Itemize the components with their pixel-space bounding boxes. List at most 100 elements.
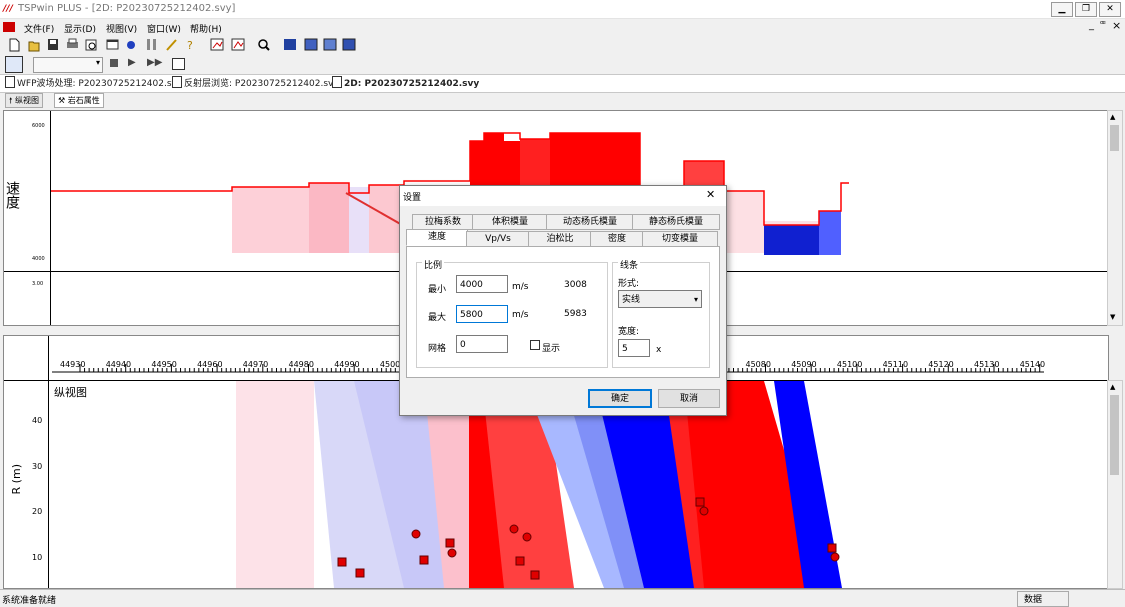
wand-icon[interactable] bbox=[166, 39, 177, 51]
grid-label: 网格 bbox=[428, 344, 447, 354]
window-icon[interactable] bbox=[106, 39, 119, 50]
window-title: TSPwin PLUS - [2D: P20230725212402.svy] bbox=[18, 3, 236, 14]
x-tick-label: 45100 bbox=[836, 360, 863, 369]
menu-view[interactable]: 视图(V) bbox=[106, 22, 137, 35]
chevron-down-icon: ▾ bbox=[693, 295, 698, 304]
help-cursor-icon[interactable]: ? bbox=[187, 39, 193, 52]
stop-icon[interactable] bbox=[110, 59, 118, 67]
scroll-thumb[interactable] bbox=[1110, 395, 1119, 475]
doc-file-icon bbox=[172, 76, 182, 88]
x-tick-label: 44930 bbox=[60, 360, 86, 369]
width-label: 宽度: bbox=[618, 327, 640, 337]
open-folder-icon[interactable] bbox=[28, 41, 40, 52]
menu-file[interactable]: 文件(F) bbox=[24, 22, 54, 35]
svg-text:?: ? bbox=[187, 39, 193, 52]
x-tick-label: 44980 bbox=[288, 360, 314, 369]
max-input[interactable]: 5800 bbox=[456, 305, 508, 323]
tab-vp-vs[interactable]: Vp/Vs bbox=[466, 231, 530, 247]
tab-bulk-modulus[interactable]: 体积模量 bbox=[472, 214, 548, 230]
new-file-icon[interactable] bbox=[9, 38, 20, 52]
show-grid-checkbox[interactable] bbox=[530, 340, 540, 350]
minimize-button[interactable]: ▁ bbox=[1051, 2, 1073, 17]
scroll-up-icon[interactable]: ▲ bbox=[1110, 113, 1115, 121]
dialog-title-bar: 设置 ✕ bbox=[400, 186, 726, 206]
upper-scrollbar[interactable]: ▲ ▼ bbox=[1107, 110, 1123, 326]
fast-forward-icon[interactable]: ▶▶ bbox=[147, 57, 162, 68]
panel-tab-longitudinal[interactable]: 🠕 纵视图 bbox=[5, 93, 43, 108]
settings-icon[interactable] bbox=[127, 41, 135, 49]
grid-input[interactable]: 0 bbox=[456, 335, 508, 353]
export-chart-red-icon[interactable] bbox=[231, 38, 245, 51]
x-tick-label: 44950 bbox=[151, 360, 177, 369]
view4-icon[interactable] bbox=[342, 38, 356, 51]
scroll-thumb[interactable] bbox=[1110, 125, 1119, 151]
tab-lame[interactable]: 拉梅系数 bbox=[412, 214, 474, 230]
chevron-down-icon: ▾ bbox=[95, 58, 100, 67]
panel-tab-rock-properties[interactable]: ⚒ 岩石属性 bbox=[54, 93, 104, 108]
settings-dialog: 设置 ✕ 拉梅系数 体积模量 动态杨氏模量 静态杨氏模量 速度 Vp/Vs 泊松… bbox=[399, 185, 727, 416]
restore-button[interactable]: ❐ bbox=[1075, 2, 1097, 17]
doc-tab-wfp[interactable]: WFP波场处理: P20230725212402.svy bbox=[5, 76, 182, 89]
show-grid-label: 显示 bbox=[542, 344, 561, 354]
mdi-minimize-button[interactable]: _ bbox=[1089, 20, 1094, 31]
zoom-icon[interactable] bbox=[258, 39, 270, 51]
line-style-select[interactable]: 实线 ▾ bbox=[618, 290, 702, 308]
ok-button[interactable]: 确定 bbox=[588, 389, 652, 408]
scroll-up-icon[interactable]: ▲ bbox=[1110, 383, 1115, 391]
play-icon[interactable]: ▶ bbox=[128, 57, 136, 68]
cursor-mode-button[interactable] bbox=[5, 56, 23, 73]
tab-dynamic-young[interactable]: 动态杨氏模量 bbox=[546, 214, 634, 230]
line-style-value: 实线 bbox=[622, 295, 641, 305]
mdi-restore-button[interactable]: ꟹ bbox=[1100, 20, 1106, 30]
doc-tab-label: 2D: P20230725212402.svy bbox=[344, 79, 480, 89]
min-input[interactable]: 4000 bbox=[456, 275, 508, 293]
min-unit: m/s bbox=[512, 282, 529, 292]
mdi-close-button[interactable]: × bbox=[1112, 19, 1121, 32]
x-tick-label: 45140 bbox=[1019, 360, 1046, 369]
line-group-label: 线条 bbox=[618, 258, 641, 271]
tab-poisson[interactable]: 泊松比 bbox=[528, 231, 592, 247]
tab-density[interactable]: 密度 bbox=[590, 231, 644, 247]
x-tick-label: 44940 bbox=[105, 360, 132, 369]
menu-help[interactable]: 帮助(H) bbox=[190, 22, 222, 35]
panel-tab-label: 岩石属性 bbox=[67, 96, 100, 105]
dialog-title: 设置 bbox=[403, 193, 422, 203]
status-panel: 数据 bbox=[1017, 591, 1069, 607]
tab-velocity[interactable]: 速度 bbox=[406, 229, 468, 246]
view2-icon[interactable] bbox=[304, 38, 318, 51]
menu-bar: 文件(F) 显示(D) 视图(V) 窗口(W) 帮助(H) _ ꟹ × bbox=[0, 19, 1125, 35]
cancel-button[interactable]: 取消 bbox=[658, 389, 720, 408]
print-preview-icon[interactable] bbox=[85, 39, 97, 51]
line-width-input[interactable]: 5 bbox=[618, 339, 650, 357]
max-unit: m/s bbox=[512, 310, 529, 320]
menu-display[interactable]: 显示(D) bbox=[64, 22, 96, 35]
width-unit: x bbox=[656, 345, 662, 355]
status-text: 系统准备就绪 bbox=[2, 596, 57, 606]
min-data-value: 3008 bbox=[564, 280, 587, 290]
view3-icon[interactable] bbox=[323, 38, 337, 51]
view1-icon[interactable] bbox=[284, 39, 296, 50]
save-icon[interactable] bbox=[48, 39, 58, 50]
app-menu-icon[interactable] bbox=[3, 22, 15, 32]
pause-bars-icon[interactable] bbox=[147, 39, 156, 50]
doc-tab-2d[interactable]: 2D: P20230725212402.svy bbox=[332, 76, 479, 89]
menu-window[interactable]: 窗口(W) bbox=[147, 22, 181, 35]
x-tick-label: 45120 bbox=[928, 360, 954, 369]
dialog-close-button[interactable]: ✕ bbox=[706, 188, 715, 201]
doc-tab-reflection[interactable]: 反射层浏览: P20230725212402.svy bbox=[172, 76, 339, 89]
export-chart-icon[interactable] bbox=[210, 38, 224, 51]
app-logo-icon: /// bbox=[3, 4, 13, 14]
scroll-down-icon[interactable]: ▼ bbox=[1110, 313, 1115, 321]
panel-tab-label: 纵视图 bbox=[14, 96, 39, 105]
lower-scrollbar[interactable]: ▲ bbox=[1107, 380, 1123, 589]
print-icon[interactable] bbox=[67, 38, 78, 48]
tab-shear-modulus[interactable]: 切变模量 bbox=[642, 231, 718, 247]
tab-static-young[interactable]: 静态杨氏模量 bbox=[632, 214, 720, 230]
doc-tab-label: 反射层浏览: P20230725212402.svy bbox=[184, 79, 339, 89]
x-tick-label: 45110 bbox=[882, 360, 909, 369]
layout-icon[interactable] bbox=[172, 58, 185, 70]
close-button[interactable]: ✕ bbox=[1099, 2, 1121, 17]
toolbar-combo[interactable]: ▾ bbox=[33, 57, 103, 73]
x-tick-label: 44960 bbox=[197, 360, 223, 369]
max-label: 最大 bbox=[428, 313, 447, 323]
